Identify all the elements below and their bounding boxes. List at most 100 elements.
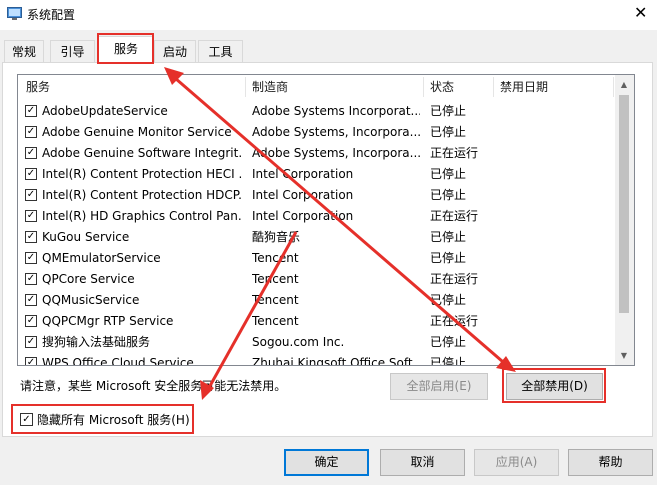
service-checkbox[interactable]: ✓ [25, 294, 37, 306]
service-checkbox[interactable]: ✓ [25, 189, 37, 201]
table-row[interactable]: ✓ AdobeUpdateService Adobe Systems Incorpo… [18, 101, 615, 122]
service-manufacturer: Tencent [252, 272, 299, 286]
table-row[interactable]: ✓ QPCore Service Tencent 正在运行 [18, 269, 615, 290]
service-manufacturer: Zhuhai Kingsoft Office Soft... [252, 356, 420, 366]
service-checkbox[interactable]: ✓ [25, 147, 37, 159]
tab-general[interactable]: 常规 [4, 40, 44, 62]
service-disable-date [500, 208, 610, 225]
service-checkbox[interactable]: ✓ [25, 105, 37, 117]
hide-microsoft-services-highlight [11, 404, 194, 434]
scrollbar-thumb[interactable] [619, 95, 629, 313]
scroll-down-arrow-icon[interactable]: ▼ [619, 351, 629, 360]
service-checkbox[interactable]: ✓ [25, 336, 37, 348]
service-manufacturer: Tencent [252, 293, 299, 307]
scroll-up-arrow-icon[interactable]: ▲ [619, 80, 629, 89]
table-row[interactable]: ✓ QQMusicService Tencent 已停止 [18, 290, 615, 311]
service-manufacturer: Tencent [252, 314, 299, 328]
table-row[interactable]: ✓ KuGou Service 酷狗音乐 已停止 [18, 227, 615, 248]
enable-all-button[interactable]: 全部启用(E) [390, 373, 488, 400]
table-row[interactable]: ✓ QMEmulatorService Tencent 已停止 [18, 248, 615, 269]
service-disable-date [500, 166, 610, 183]
service-disable-date [500, 103, 610, 120]
service-manufacturer: Intel Corporation [252, 188, 354, 202]
service-name: QQMusicService [42, 293, 140, 307]
service-status: 已停止 [430, 188, 467, 202]
column-header-status[interactable]: 状态 [430, 75, 454, 99]
column-divider[interactable] [423, 77, 424, 97]
service-disable-date [500, 334, 610, 351]
service-status: 已停止 [430, 293, 467, 307]
service-checkbox[interactable]: ✓ [25, 273, 37, 285]
service-checkbox[interactable]: ✓ [25, 231, 37, 243]
service-disable-date [500, 313, 610, 330]
service-status: 正在运行 [430, 146, 479, 160]
service-status: 已停止 [430, 251, 467, 265]
services-list[interactable]: 服务 制造商 状态 禁用日期 ✓ AdobeUpdateService Adobe … [17, 74, 635, 366]
service-name: Adobe Genuine Software Integrit... [42, 146, 242, 160]
column-header-service[interactable]: 服务 [26, 75, 50, 99]
table-row[interactable]: ✓ Intel(R) Content Protection HDCP... Inte… [18, 185, 615, 206]
service-name: KuGou Service [42, 230, 130, 244]
service-name: Intel(R) Content Protection HDCP... [42, 188, 242, 202]
service-name: Intel(R) HD Graphics Control Pan... [42, 209, 242, 223]
service-manufacturer: Adobe Systems Incorporat... [252, 104, 420, 118]
table-row[interactable]: ✓ WPS Office Cloud Service Zhuhai Kingsoft… [18, 353, 615, 366]
service-status: 已停止 [430, 230, 467, 244]
service-name: QQPCMgr RTP Service [42, 314, 174, 328]
service-status: 正在运行 [430, 272, 479, 286]
service-status: 已停止 [430, 167, 467, 181]
services-tab-highlight [97, 33, 154, 64]
tab-boot[interactable]: 引导 [50, 40, 95, 62]
tab-tools[interactable]: 工具 [198, 40, 243, 62]
help-button[interactable]: 帮助 [568, 449, 653, 476]
service-checkbox[interactable]: ✓ [25, 126, 37, 138]
system-config-app-icon [7, 7, 22, 21]
title-bar: 系统配置 ✕ [0, 0, 657, 30]
window-title: 系统配置 [27, 8, 76, 22]
service-manufacturer: Adobe Systems, Incorpora... [252, 146, 420, 160]
service-name: QMEmulatorService [42, 251, 161, 265]
tab-startup[interactable]: 启动 [154, 40, 196, 62]
service-manufacturer: 酷狗音乐 [252, 230, 301, 244]
table-row[interactable]: ✓ Adobe Genuine Software Integrit... Adobe… [18, 143, 615, 164]
service-checkbox[interactable]: ✓ [25, 252, 37, 264]
service-manufacturer: Tencent [252, 251, 299, 265]
column-divider[interactable] [245, 77, 246, 97]
service-manufacturer: Adobe Systems, Incorpora... [252, 125, 420, 139]
service-disable-date [500, 229, 610, 246]
service-checkbox[interactable]: ✓ [25, 315, 37, 327]
service-disable-date [500, 271, 610, 288]
service-status: 已停止 [430, 356, 467, 366]
service-status: 正在运行 [430, 209, 479, 223]
table-row[interactable]: ✓ Intel(R) HD Graphics Control Pan... Inte… [18, 206, 615, 227]
close-icon[interactable]: ✕ [634, 4, 647, 22]
column-header-disable-date[interactable]: 禁用日期 [500, 75, 548, 99]
column-divider[interactable] [493, 77, 494, 97]
ok-button[interactable]: 确定 [284, 449, 369, 476]
service-manufacturer: Sogou.com Inc. [252, 335, 345, 349]
table-row[interactable]: ✓ QQPCMgr RTP Service Tencent 正在运行 [18, 311, 615, 332]
service-manufacturer: Intel Corporation [252, 209, 354, 223]
table-row[interactable]: ✓ Intel(R) Content Protection HECI ... Int… [18, 164, 615, 185]
disable-all-highlight [502, 368, 606, 403]
table-row[interactable]: ✓ Adobe Genuine Monitor Service Adobe Syst… [18, 122, 615, 143]
service-checkbox[interactable]: ✓ [25, 210, 37, 222]
table-row[interactable]: ✓ 搜狗输入法基础服务 Sogou.com Inc. 已停止 [18, 332, 615, 353]
service-checkbox[interactable]: ✓ [25, 357, 37, 365]
service-disable-date [500, 250, 610, 267]
column-header-manufacturer[interactable]: 制造商 [252, 75, 288, 99]
service-disable-date [500, 124, 610, 141]
service-name: QPCore Service [42, 272, 135, 286]
security-services-note: 请注意，某些 Microsoft 安全服务可能无法禁用。 [20, 379, 287, 393]
service-name: Intel(R) Content Protection HECI ... [42, 167, 242, 181]
apply-button[interactable]: 应用(A) [474, 449, 559, 476]
service-disable-date [500, 292, 610, 309]
service-checkbox[interactable]: ✓ [25, 168, 37, 180]
column-divider[interactable] [613, 77, 614, 97]
cancel-button[interactable]: 取消 [380, 449, 465, 476]
service-name: WPS Office Cloud Service [42, 356, 194, 366]
service-status: 已停止 [430, 104, 467, 118]
service-status: 已停止 [430, 335, 467, 349]
service-status: 正在运行 [430, 314, 479, 328]
service-name: Adobe Genuine Monitor Service [42, 125, 232, 139]
